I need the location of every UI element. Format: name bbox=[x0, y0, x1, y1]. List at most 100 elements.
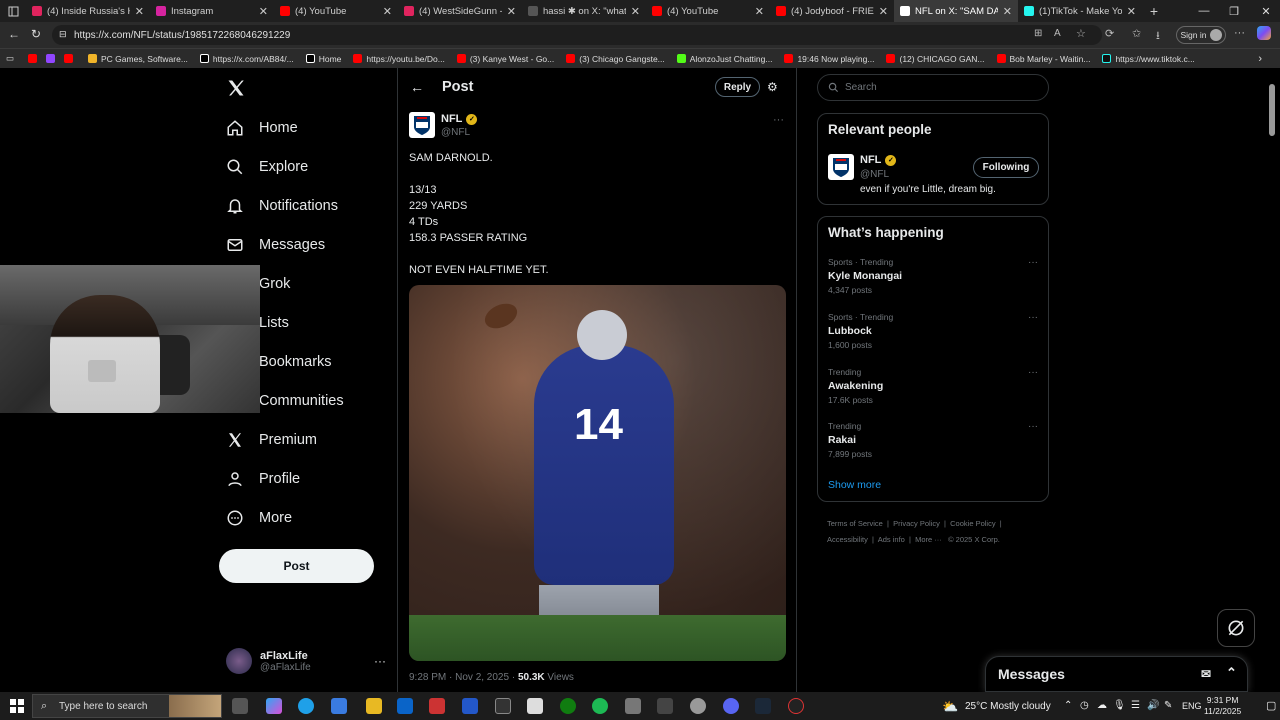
account-more-icon[interactable]: ··· bbox=[374, 654, 386, 668]
reply-button[interactable]: Reply bbox=[715, 77, 760, 97]
bookmark-item[interactable]: https://x.com/AB84/... bbox=[194, 54, 300, 64]
close-window-icon[interactable]: ✕ bbox=[1250, 0, 1280, 22]
trend-item[interactable]: Sports · Trending Lubbock 1,600 posts ··… bbox=[828, 312, 1038, 360]
tab-close-icon[interactable]: ✕ bbox=[879, 5, 888, 18]
new-tab-icon[interactable]: + bbox=[1142, 3, 1166, 19]
read-aloud-icon[interactable]: A bbox=[1054, 28, 1061, 39]
search-input[interactable]: Search bbox=[817, 74, 1049, 101]
post-more-icon[interactable]: ··· bbox=[773, 114, 784, 126]
bookmark-item[interactable]: Bob Marley - Waitin... bbox=[991, 54, 1097, 64]
bookmark-item[interactable]: https://youtu.be/Do... bbox=[347, 54, 450, 64]
x-logo-icon[interactable] bbox=[226, 78, 246, 103]
bookmark-youtube-icon[interactable] bbox=[64, 54, 82, 63]
person-name[interactable]: NFL ✓ bbox=[860, 154, 897, 166]
page-scrollbar[interactable] bbox=[1268, 72, 1276, 692]
app-icon[interactable] bbox=[495, 698, 511, 714]
sidebar-item-home[interactable]: Home bbox=[218, 108, 388, 147]
notification-center-icon[interactable]: ▢ bbox=[1266, 699, 1276, 712]
sign-in-button[interactable]: Sign in bbox=[1176, 26, 1226, 44]
downloads-icon[interactable]: ⭳ bbox=[1156, 27, 1160, 46]
windows-start-icon[interactable] bbox=[10, 699, 24, 713]
messages-drawer[interactable]: Messages ✉ ⌃ bbox=[985, 656, 1248, 692]
tab-close-icon[interactable]: ✕ bbox=[1127, 5, 1136, 18]
file-explorer-icon[interactable] bbox=[366, 698, 382, 714]
discord-icon[interactable] bbox=[723, 698, 739, 714]
back-icon[interactable]: ← bbox=[8, 27, 20, 41]
app-available-icon[interactable]: ⊞ bbox=[1034, 28, 1042, 39]
nfl-avatar[interactable] bbox=[828, 154, 854, 180]
weather-text[interactable]: 25°C Mostly cloudy bbox=[965, 701, 1051, 712]
bookmark-youtube-icon[interactable] bbox=[28, 54, 46, 63]
network-icon[interactable]: ☁ bbox=[1097, 700, 1107, 711]
steam-icon[interactable] bbox=[755, 698, 771, 714]
trend-more-icon[interactable]: ··· bbox=[1028, 257, 1038, 268]
footer-link[interactable]: More ··· bbox=[915, 535, 942, 544]
bookmark-item[interactable]: (12) CHICAGO GAN... bbox=[880, 54, 990, 64]
refresh-icon[interactable]: ↻ bbox=[31, 27, 41, 41]
sidebar-item-premium[interactable]: Premium bbox=[218, 420, 388, 459]
task-view-icon[interactable] bbox=[232, 698, 248, 714]
browser-tab-active[interactable]: NFL on X: "SAM DARN✕ bbox=[894, 0, 1018, 22]
new-message-icon[interactable]: ✉ bbox=[1201, 667, 1211, 681]
trend-item[interactable]: Trending Awakening 17.6K posts ··· bbox=[828, 367, 1038, 415]
url-input[interactable]: ⊟ https://x.com/NFL/status/1985172268046… bbox=[52, 25, 1102, 45]
trend-more-icon[interactable]: ··· bbox=[1028, 312, 1038, 323]
bookmarks-overflow-icon[interactable]: › bbox=[1258, 53, 1262, 65]
app-icon[interactable] bbox=[429, 698, 445, 714]
footer-link[interactable]: Privacy Policy bbox=[893, 519, 940, 528]
bookmark-item[interactable]: (3) Chicago Gangste... bbox=[560, 54, 671, 64]
trend-item[interactable]: Sports · Trending Kyle Monangai 4,347 po… bbox=[828, 257, 1038, 305]
tab-close-icon[interactable]: ✕ bbox=[135, 5, 144, 18]
tray-overflow-icon[interactable]: ⌃ bbox=[1064, 700, 1072, 711]
account-switcher[interactable]: aFlaxLife @aFlaxLife ··· bbox=[226, 645, 386, 677]
app-icon[interactable] bbox=[527, 698, 543, 714]
app-icon[interactable] bbox=[690, 698, 706, 714]
following-button[interactable]: Following bbox=[973, 157, 1039, 178]
bookmark-item[interactable]: PC Games, Software... bbox=[82, 54, 194, 64]
language-indicator[interactable]: ENG bbox=[1182, 701, 1202, 711]
show-more-link[interactable]: Show more bbox=[828, 479, 881, 491]
tab-close-icon[interactable]: ✕ bbox=[383, 5, 392, 18]
pen-icon[interactable]: ✎ bbox=[1164, 700, 1172, 711]
browser-tab[interactable]: (4) YouTube ✕ bbox=[646, 0, 770, 22]
bookmark-twitch-icon[interactable] bbox=[46, 54, 64, 63]
microphone-icon[interactable]: 🎙 bbox=[1113, 700, 1126, 711]
tab-actions-icon[interactable] bbox=[0, 0, 26, 22]
bookmarks-menu-icon[interactable]: ▭ bbox=[0, 53, 28, 64]
nfl-avatar[interactable] bbox=[409, 112, 435, 138]
volume-icon[interactable]: 🔊 bbox=[1147, 700, 1159, 711]
copilot-icon[interactable] bbox=[1257, 26, 1271, 40]
maximize-icon[interactable]: ❐ bbox=[1218, 0, 1250, 22]
app-icon[interactable] bbox=[788, 698, 804, 714]
footer-link[interactable]: Terms of Service bbox=[827, 519, 883, 528]
browser-tab[interactable]: (4) WestSideGunn - Mr✕ bbox=[398, 0, 522, 22]
weather-icon[interactable]: ⛅ bbox=[942, 699, 958, 715]
sidebar-item-profile[interactable]: Profile bbox=[218, 459, 388, 498]
settings-more-icon[interactable]: ··· bbox=[1234, 27, 1245, 39]
filter-sliders-icon[interactable]: ⚙ bbox=[767, 80, 778, 94]
footer-link[interactable]: Accessibility bbox=[827, 535, 868, 544]
spotify-icon[interactable] bbox=[592, 698, 608, 714]
post-button[interactable]: Post bbox=[219, 549, 374, 583]
sidebar-item-more[interactable]: More bbox=[218, 498, 388, 537]
bookmark-item[interactable]: https://www.tiktok.c... bbox=[1096, 54, 1200, 64]
grok-button[interactable] bbox=[1217, 609, 1255, 647]
favorites-icon[interactable]: ✩ bbox=[1132, 27, 1141, 40]
tweet-photo[interactable]: 14 bbox=[409, 285, 786, 661]
browser-tab[interactable]: (4) YouTube ✕ bbox=[274, 0, 398, 22]
edge-icon[interactable] bbox=[298, 698, 314, 714]
trend-item[interactable]: Trending Rakai 7,899 posts ··· bbox=[828, 421, 1038, 469]
tab-close-icon[interactable]: ✕ bbox=[755, 5, 764, 18]
back-arrow-icon[interactable]: ← bbox=[410, 79, 424, 95]
author-handle[interactable]: @NFL bbox=[441, 127, 470, 138]
app-icon[interactable] bbox=[625, 698, 641, 714]
settings-icon[interactable] bbox=[657, 698, 673, 714]
scrollbar-thumb[interactable] bbox=[1269, 84, 1275, 136]
store-icon[interactable] bbox=[331, 698, 347, 714]
bookmark-item[interactable]: Home bbox=[300, 54, 348, 64]
wifi-icon[interactable]: ☰ bbox=[1131, 700, 1140, 711]
xbox-icon[interactable] bbox=[560, 698, 576, 714]
tab-close-icon[interactable]: ✕ bbox=[507, 5, 516, 18]
tab-close-icon[interactable]: ✕ bbox=[631, 5, 640, 18]
tray-app-icon[interactable]: ◷ bbox=[1080, 700, 1089, 711]
